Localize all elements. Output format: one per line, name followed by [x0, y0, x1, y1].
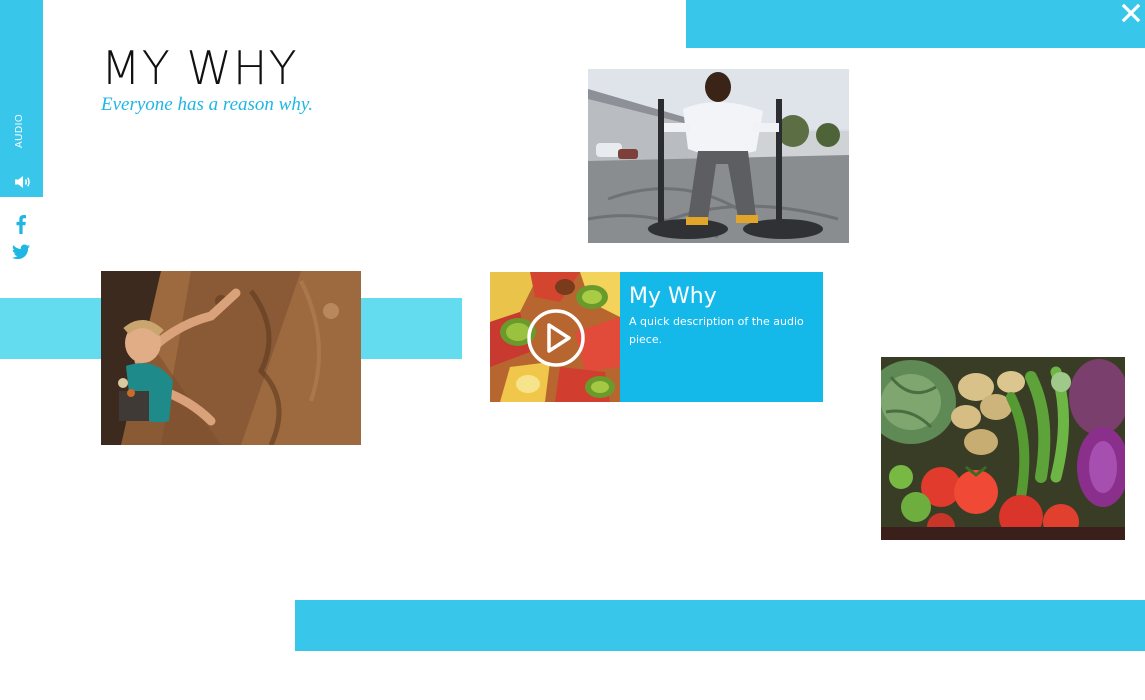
audio-sidebar: AUDIO	[0, 0, 43, 197]
audio-card-description: A quick description of the audio piece.	[629, 315, 804, 346]
close-button[interactable]	[1120, 2, 1142, 24]
twitter-share-button[interactable]	[12, 244, 30, 260]
speaker-icon	[15, 176, 30, 188]
close-icon	[1121, 3, 1141, 23]
twitter-icon	[12, 244, 30, 260]
page-subtitle: Everyone has a reason why.	[101, 94, 313, 115]
page-title: MY WHY	[101, 41, 298, 95]
photo-vegetables	[881, 357, 1125, 540]
play-icon	[527, 309, 585, 367]
audio-label: AUDIO	[14, 113, 25, 148]
facebook-share-button[interactable]	[14, 214, 28, 234]
facebook-icon	[16, 215, 26, 234]
audio-card[interactable]: My Why A quick description of the audio …	[490, 272, 823, 402]
audio-toggle-button[interactable]	[14, 174, 32, 188]
photo-sled-push	[588, 69, 849, 243]
photo-rock-climber	[101, 271, 361, 445]
play-button[interactable]	[526, 308, 586, 368]
bottom-accent-band	[295, 600, 1145, 651]
top-accent-band	[686, 0, 1145, 48]
audio-card-thumbnail[interactable]	[490, 272, 620, 402]
audio-card-title: My Why	[629, 284, 717, 309]
